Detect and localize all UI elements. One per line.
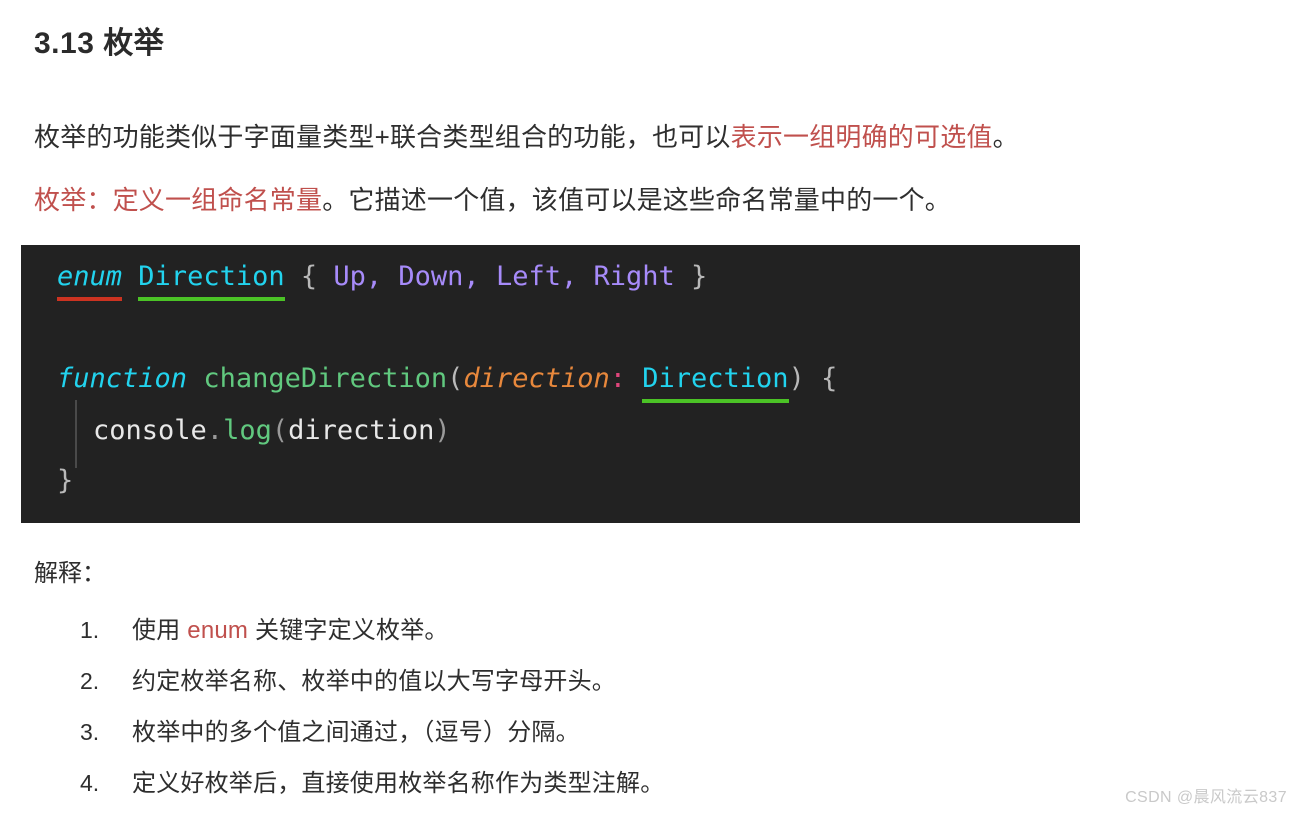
token-console-object: console [93, 415, 207, 446]
token-parameter-type: Direction [642, 363, 789, 403]
explanation-list: 1. 使用 enum 关键字定义枚举。 2. 约定枚举名称、枚举中的值以大写字母… [80, 610, 1180, 814]
token-parameter-name: direction [463, 363, 610, 394]
list-item-text-lead: 使用 [132, 617, 188, 644]
list-item-text: 约定枚举名称、枚举中的值以大写字母开头。 [132, 668, 616, 695]
token-paren-close: ) [788, 363, 805, 394]
token-body-brace-close: } [57, 465, 74, 496]
code-line-closing-brace: } [57, 467, 73, 494]
token-enum-keyword: enum [57, 261, 123, 301]
token-enum-name: Direction [138, 261, 285, 301]
token-brace-close: } [674, 261, 708, 292]
code-block: enum Direction { Up, Down, Left, Right }… [21, 245, 1080, 523]
list-item-text: 使用 enum 关键字定义枚举。 [132, 610, 449, 645]
paragraph-1-text-tail: 。 [992, 122, 1019, 152]
token-brace-open: { [284, 261, 334, 292]
token-dot: . [206, 415, 224, 446]
token-enum-members: Up, Down, Left, Right [333, 261, 675, 292]
list-item-text: 定义好枚举后，直接使用枚举名称作为类型注解。 [132, 770, 665, 797]
paragraph-2-highlight: 枚举：定义一组命名常量 [34, 185, 323, 215]
token-function-keyword: function [57, 363, 188, 394]
token-paren-open: ( [271, 415, 289, 446]
list-item-number: 3. [80, 719, 100, 745]
list-item: 4. 定义好枚举后，直接使用枚举名称作为类型注解。 [80, 763, 1180, 814]
token-type-colon: : [609, 363, 626, 394]
paragraph-1-highlight: 表示一组明确的可选值 [730, 122, 993, 152]
token-log-argument: direction [288, 415, 435, 446]
token-paren-close: ) [434, 415, 451, 446]
list-item: 2. 约定枚举名称、枚举中的值以大写字母开头。 [80, 661, 1180, 712]
token-paren-open: ( [447, 363, 464, 394]
list-item-number: 4. [80, 770, 100, 796]
explanation-label: 解释： [34, 560, 106, 587]
paragraph-1-text-lead: 枚举的功能类似于字面量类型+联合类型组合的功能，也可以 [34, 122, 731, 152]
list-item: 1. 使用 enum 关键字定义枚举。 [80, 610, 1180, 661]
token-function-name: changeDirection [203, 363, 448, 394]
paragraph-enum-definition: 枚举：定义一组命名常量。它描述一个值，该值可以是这些命名常量中的一个。 [34, 183, 951, 217]
token-log-method: log [223, 415, 272, 446]
paragraph-enum-intro: 枚举的功能类似于字面量类型+联合类型组合的功能，也可以表示一组明确的可选值。 [34, 120, 1019, 154]
list-item-number: 1. [80, 617, 100, 643]
code-line-console-log: console.log(direction) [93, 417, 451, 444]
paragraph-2-text-tail: 。它描述一个值，该值可以是这些命名常量中的一个。 [322, 185, 952, 215]
token-body-brace-open: { [804, 363, 838, 394]
list-item: 3. 枚举中的多个值之间通过，（逗号）分隔。 [80, 712, 1180, 763]
indent-guide [75, 400, 77, 468]
code-line-function-signature: function changeDirection(direction: Dire… [57, 363, 838, 403]
list-item-number: 2. [80, 668, 100, 694]
csdn-watermark: CSDN @晨风流云837 [1125, 789, 1287, 806]
list-item-inline-code: enum [187, 617, 249, 644]
document-page: 3.13 枚举 枚举的功能类似于字面量类型+联合类型组合的功能，也可以表示一组明… [0, 0, 1303, 817]
list-item-text: 枚举中的多个值之间通过，（逗号）分隔。 [132, 719, 580, 746]
page-title: 3.13 枚举 [34, 27, 165, 60]
code-line-enum-declaration: enum Direction { Up, Down, Left, Right } [57, 261, 708, 301]
list-item-text-tail: 关键字定义枚举。 [248, 617, 449, 644]
